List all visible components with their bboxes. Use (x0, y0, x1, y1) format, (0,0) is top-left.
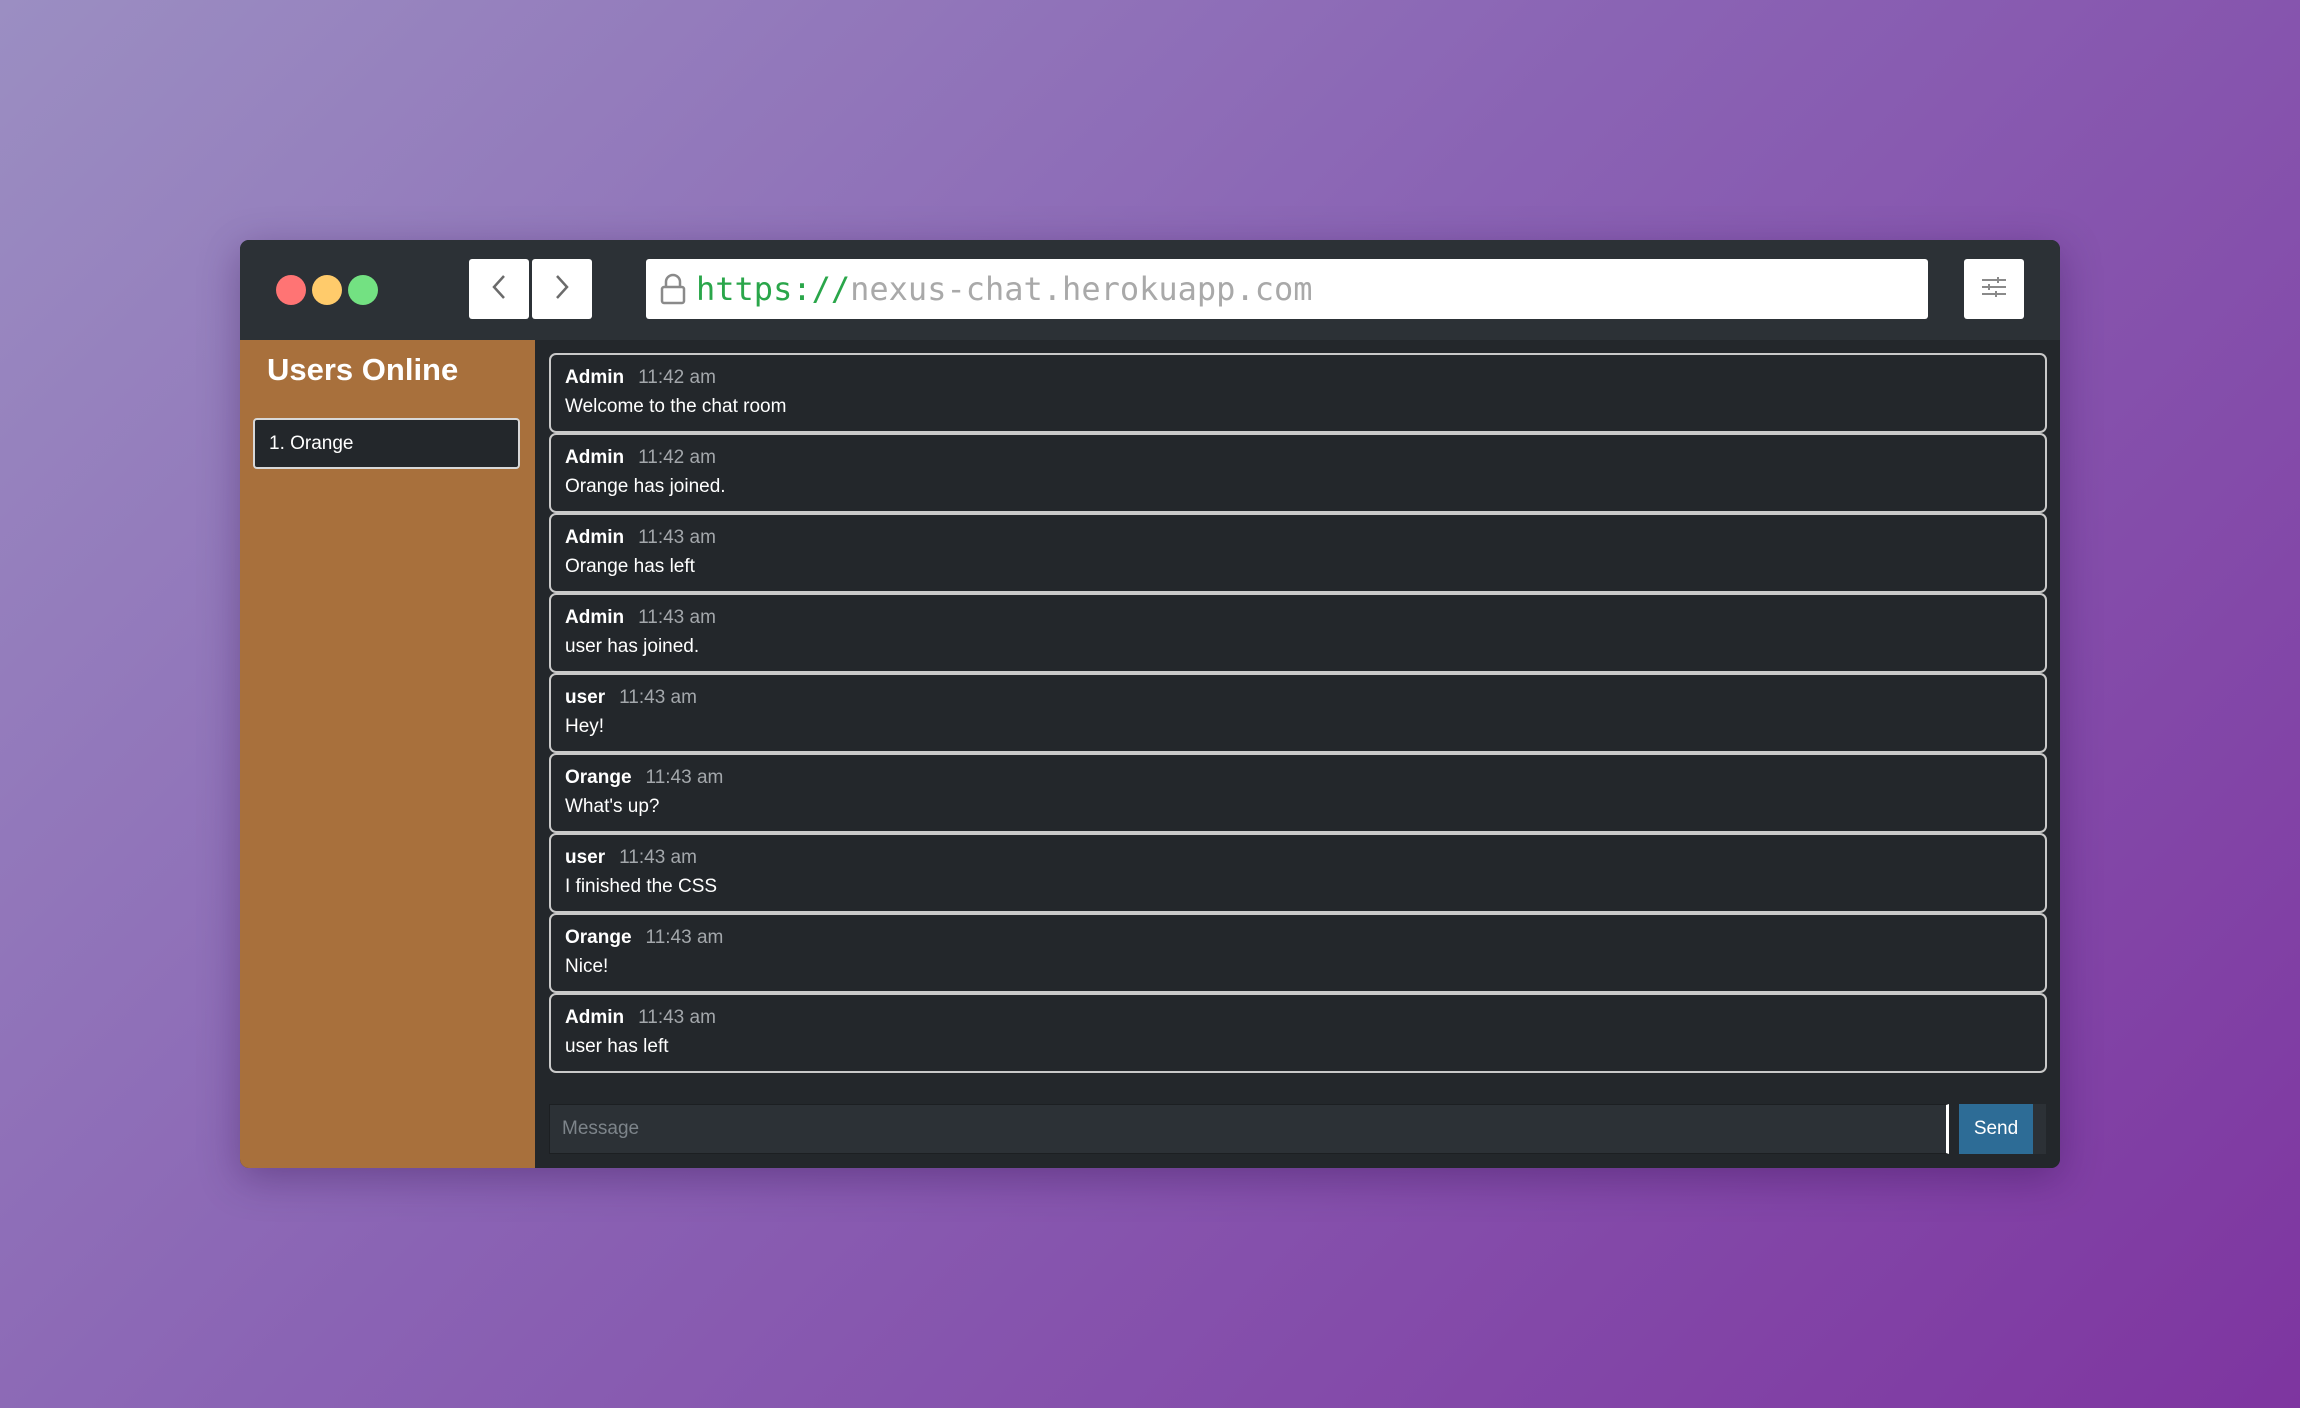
chat-message: Admin 11:42 am Orange has joined. (549, 433, 2047, 513)
message-author: Admin (565, 527, 625, 548)
message-author: user (565, 687, 606, 708)
message-text: Orange has joined. (565, 476, 726, 497)
user-list-item: 1. Orange (253, 418, 520, 469)
address-bar[interactable]: https://nexus-chat.herokuapp.com (646, 259, 1928, 319)
chat-message: user 11:43 am Hey! (549, 673, 2047, 753)
message-text: Hey! (565, 716, 605, 737)
sliders-icon (1980, 275, 2008, 304)
message-timestamp: 11:42 am (638, 367, 716, 388)
send-button[interactable]: Send (1959, 1104, 2033, 1154)
minimize-window-dot[interactable] (312, 275, 342, 305)
browser-toolbar: https://nexus-chat.herokuapp.com (240, 240, 2060, 340)
message-list[interactable]: Admin 11:42 am Welcome to the chat room Adm… (549, 353, 2047, 1073)
lock-icon (658, 271, 688, 307)
message-text: Welcome to the chat room (565, 396, 787, 417)
chat-message: Admin 11:43 am user has joined. (549, 593, 2047, 673)
chevron-right-icon (552, 273, 572, 306)
message-timestamp: 11:43 am (638, 527, 716, 548)
message-text: Orange has left (565, 556, 695, 577)
chat-main: Admin 11:42 am Welcome to the chat room Adm… (535, 340, 2060, 1168)
forward-button[interactable] (532, 259, 592, 319)
browser-window: https://nexus-chat.herokuapp.com Users O… (240, 240, 2060, 1168)
back-button[interactable] (469, 259, 529, 319)
message-text: user has joined. (565, 636, 700, 657)
settings-button[interactable] (1964, 259, 2024, 319)
message-author: Admin (565, 1007, 625, 1028)
maximize-window-dot[interactable] (348, 275, 378, 305)
chat-message: Orange 11:43 am What's up? (549, 753, 2047, 833)
message-timestamp: 11:43 am (638, 607, 716, 628)
message-timestamp: 11:43 am (645, 927, 724, 948)
message-text: user has left (565, 1036, 669, 1057)
message-timestamp: 11:43 am (638, 1007, 716, 1028)
message-author: Admin (565, 367, 625, 388)
message-author: Admin (565, 607, 625, 628)
message-author: Admin (565, 447, 625, 468)
message-timestamp: 11:43 am (619, 847, 697, 868)
message-header: Admin 11:43 am (565, 1007, 2031, 1035)
url-protocol: https:// (696, 270, 851, 308)
url-text: https://nexus-chat.herokuapp.com (696, 270, 1313, 308)
chat-message: user 11:43 am I finished the CSS (549, 833, 2047, 913)
chat-message: Admin 11:43 am Orange has left (549, 513, 2047, 593)
message-header: Admin 11:43 am (565, 527, 2031, 555)
message-header: Admin 11:42 am (565, 367, 2031, 395)
close-window-dot[interactable] (276, 275, 306, 305)
message-text: What's up? (565, 796, 660, 817)
users-sidebar: Users Online 1. Orange (240, 340, 535, 1168)
message-header: user 11:43 am (565, 687, 2031, 715)
chevron-left-icon (489, 273, 509, 306)
message-input[interactable] (549, 1104, 1949, 1154)
user-list: 1. Orange (253, 418, 520, 469)
message-timestamp: 11:42 am (638, 447, 716, 468)
url-host: nexus-chat.herokuapp.com (850, 270, 1313, 308)
chat-message: Orange 11:43 am Nice! (549, 913, 2047, 993)
message-timestamp: 11:43 am (619, 687, 697, 708)
message-text: I finished the CSS (565, 876, 718, 897)
chat-message: Admin 11:42 am Welcome to the chat room (549, 353, 2047, 433)
message-text: Nice! (565, 956, 609, 977)
message-timestamp: 11:43 am (645, 767, 724, 788)
message-author: user (565, 847, 606, 868)
message-header: Orange 11:43 am (565, 927, 2031, 955)
sidebar-title: Users Online (267, 352, 459, 387)
message-header: user 11:43 am (565, 847, 2031, 875)
chat-message: Admin 11:43 am user has left (549, 993, 2047, 1073)
message-header: Orange 11:43 am (565, 767, 2031, 795)
message-header: Admin 11:43 am (565, 607, 2031, 635)
message-author: Orange (565, 927, 632, 948)
message-author: Orange (565, 767, 632, 788)
message-header: Admin 11:42 am (565, 447, 2031, 475)
message-composer: Send (549, 1104, 2049, 1154)
composer-edge (2033, 1104, 2046, 1154)
